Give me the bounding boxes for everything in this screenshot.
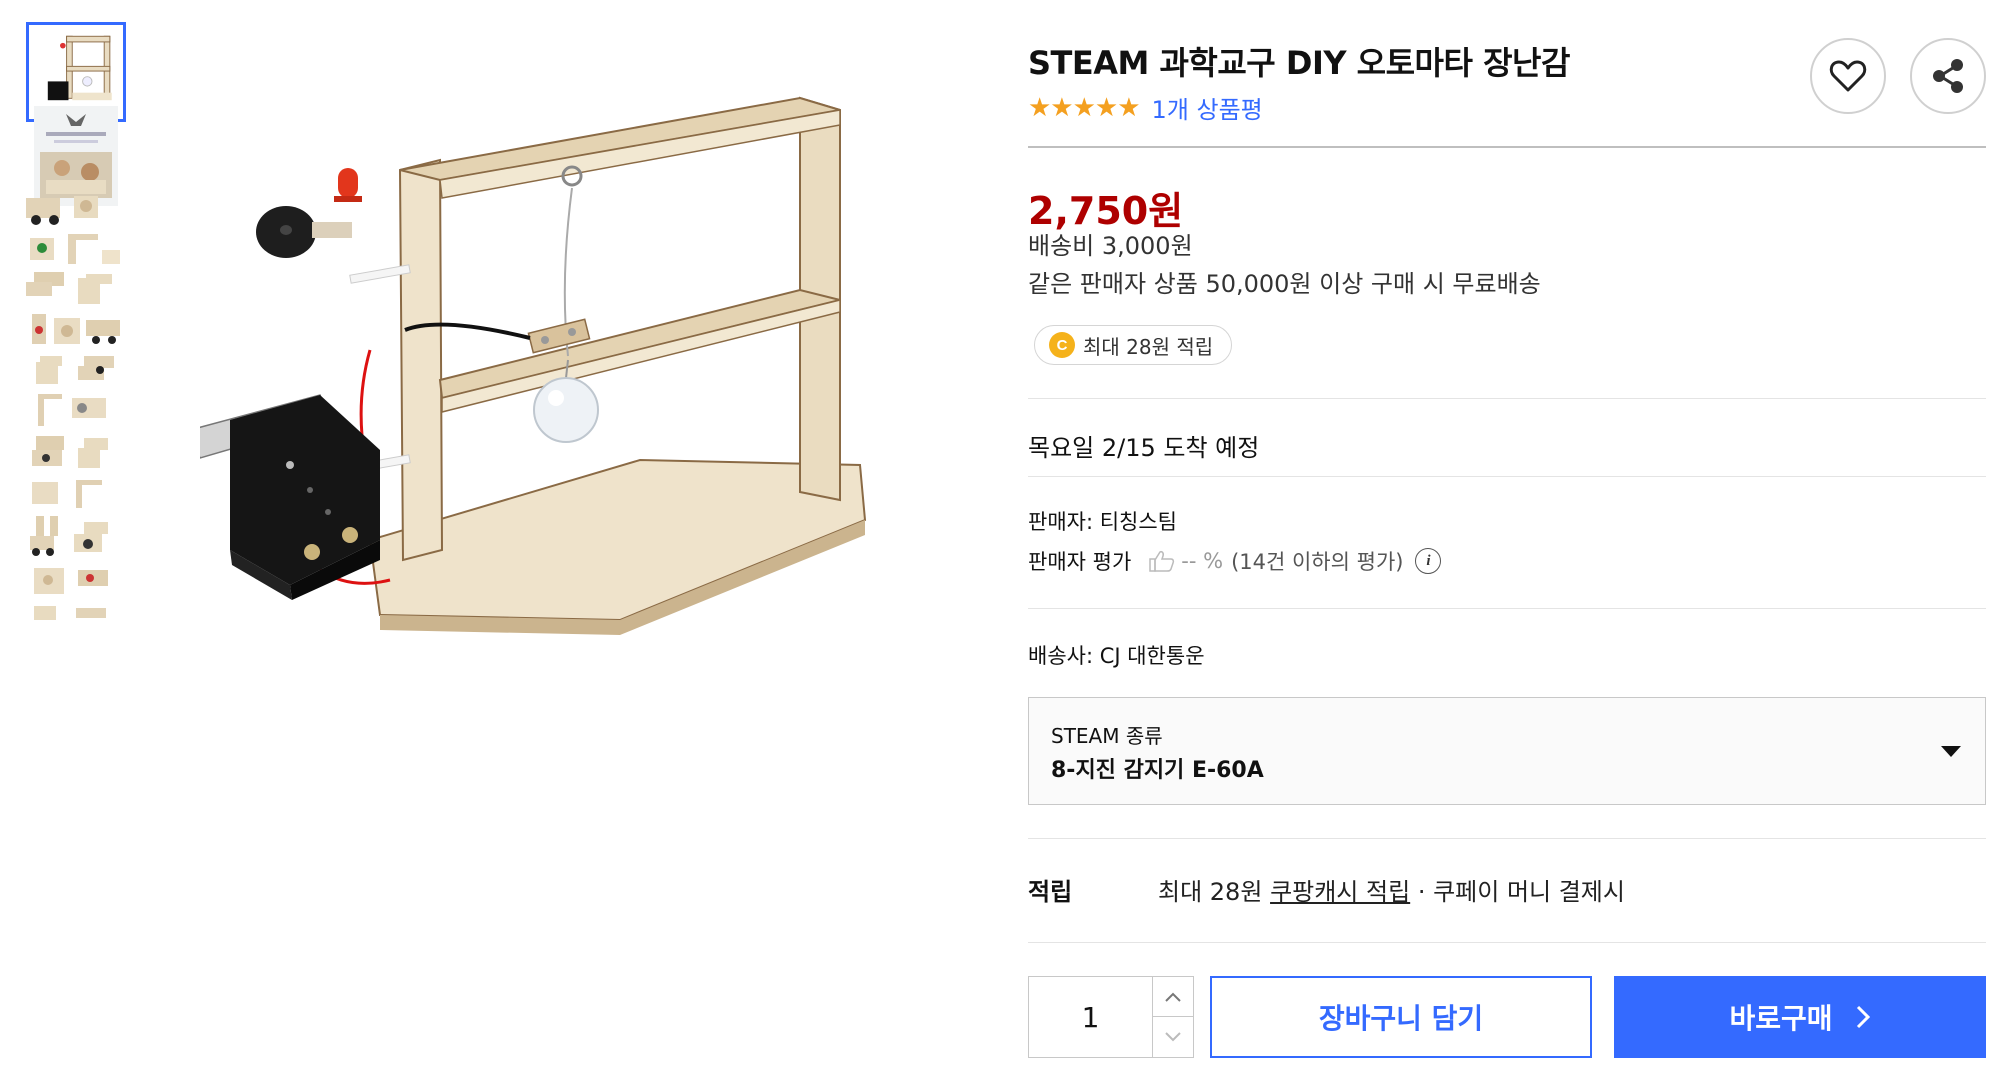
free-shipping-note: 같은 판매자 상품 50,000원 이상 구매 시 무료배송 xyxy=(1028,270,1541,298)
seller-rating-row: 판매자 평가 -- % (14건 이하의 평가) i xyxy=(1028,546,1442,576)
wishlist-button[interactable] xyxy=(1810,38,1886,114)
divider xyxy=(1028,398,1986,399)
thumbs-up-icon xyxy=(1149,551,1175,572)
reward-point-label: 최대 28원 적립 xyxy=(1083,334,1214,359)
shipping-fee: 배송비 3,000원 xyxy=(1028,232,1193,260)
quantity-decrease-button[interactable] xyxy=(1152,1017,1193,1057)
rating-row: ★★★★★ 1개 상품평 xyxy=(1028,90,1263,125)
add-to-cart-button[interactable]: 장바구니 담기 xyxy=(1210,976,1592,1058)
divider xyxy=(1028,942,1986,943)
arrival-date: 목요일 2/15 도착 예정 xyxy=(1028,434,1260,462)
option-label: STEAM 종류 xyxy=(1051,724,1163,748)
info-icon[interactable]: i xyxy=(1415,548,1442,574)
divider xyxy=(1028,838,1986,839)
divider xyxy=(1028,476,1986,477)
cash-reward-prefix: 최대 28원 xyxy=(1158,878,1263,906)
seller-name: 판매자: 티칭스팀 xyxy=(1028,510,1177,534)
share-icon xyxy=(1933,59,1963,93)
chevron-up-icon xyxy=(1165,992,1181,1002)
coin-icon: C xyxy=(1049,332,1075,358)
cash-reward-text: 최대 28원 쿠팡캐시 적립 · 쿠페이 머니 결제시 xyxy=(1158,872,1625,907)
cash-reward-suffix: · 쿠페이 머니 결제시 xyxy=(1417,878,1625,906)
seller-rating-value: -- % xyxy=(1181,549,1224,573)
share-button[interactable] xyxy=(1910,38,1986,114)
chevron-down-icon xyxy=(1165,1032,1181,1042)
buy-now-label: 바로구매 xyxy=(1729,1002,1833,1035)
cash-reward-label: 적립 xyxy=(1028,878,1073,906)
divider xyxy=(1028,146,1986,148)
option-selected-value: 8-지진 감지기 E-60A xyxy=(1051,758,1264,783)
product-main-image xyxy=(200,80,900,780)
caret-down-icon xyxy=(1941,746,1961,757)
buy-now-button[interactable]: 바로구매 xyxy=(1614,976,1986,1058)
product-info-panel: STEAM 과학교구 DIY 오토마타 장난감 ★★★★★ 1개 상품평 2,7… xyxy=(1028,0,1988,1072)
star-rating: ★★★★★ xyxy=(1028,92,1141,123)
heart-icon xyxy=(1829,60,1867,92)
thumbnail-7[interactable] xyxy=(26,526,126,626)
quantity-stepper: 1 xyxy=(1028,976,1194,1058)
add-to-cart-label: 장바구니 담기 xyxy=(1318,1002,1484,1035)
coupang-cash-link[interactable]: 쿠팡캐시 적립 xyxy=(1270,878,1410,906)
review-count-link[interactable]: 1개 상품평 xyxy=(1152,90,1263,125)
option-select[interactable]: STEAM 종류 8-지진 감지기 E-60A xyxy=(1028,697,1986,805)
seller-rating-note: (14건 이하의 평가) xyxy=(1231,550,1404,574)
product-title: STEAM 과학교구 DIY 오토마타 장난감 xyxy=(1028,44,1570,82)
quantity-increase-button[interactable] xyxy=(1152,977,1193,1017)
shipping-carrier: 배송사: CJ 대한통운 xyxy=(1028,644,1205,668)
divider xyxy=(1028,608,1986,609)
seller-rating-label: 판매자 평가 xyxy=(1028,550,1132,574)
reward-point-badge: C 최대 28원 적립 xyxy=(1034,325,1233,365)
chevron-right-icon xyxy=(1856,1005,1870,1029)
quantity-input[interactable]: 1 xyxy=(1029,977,1152,1057)
